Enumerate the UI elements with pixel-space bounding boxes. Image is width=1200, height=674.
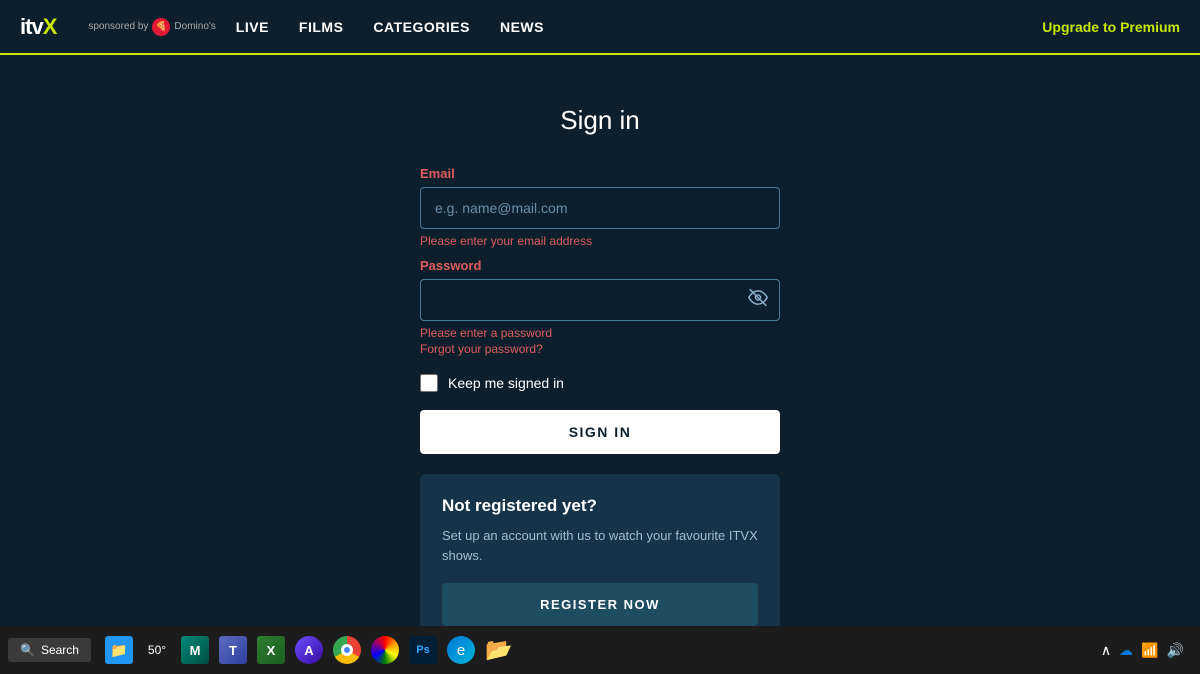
onedrive-icon[interactable]: ☁ bbox=[1119, 642, 1133, 659]
taskbar-icon-teams[interactable]: T bbox=[215, 632, 251, 668]
logo[interactable]: itvX bbox=[20, 14, 56, 40]
taskbar-icon-colorful[interactable] bbox=[367, 632, 403, 668]
search-label: Search bbox=[41, 643, 79, 657]
taskbar-icons: 📁 50° M T X A Ps bbox=[101, 632, 517, 668]
forgot-password-link[interactable]: Forgot your password? bbox=[420, 342, 780, 356]
register-title: Not registered yet? bbox=[442, 496, 758, 516]
email-label: Email bbox=[420, 166, 780, 181]
register-button[interactable]: REGISTER NOW bbox=[442, 583, 758, 626]
signin-form: Sign in Email Please enter your email ad… bbox=[420, 105, 780, 648]
keep-signed-in-checkbox[interactable] bbox=[420, 374, 438, 392]
keep-signed-in-group: Keep me signed in bbox=[420, 374, 780, 392]
register-description: Set up an account with us to watch your … bbox=[442, 526, 758, 565]
taskbar-icon-file-explorer[interactable]: 📁 bbox=[101, 632, 137, 668]
upgrade-text[interactable]: Upgrade to Premium bbox=[1042, 19, 1180, 35]
password-group: Password Please enter a password Forgot … bbox=[420, 258, 780, 356]
nav-item-categories[interactable]: CATEGORIES bbox=[373, 19, 470, 35]
password-wrapper bbox=[420, 279, 780, 321]
nav-right: Upgrade to Premium bbox=[1042, 19, 1180, 35]
nav-item-live[interactable]: LIVE bbox=[236, 19, 269, 35]
taskbar-icon-folder[interactable]: 📂 bbox=[481, 632, 517, 668]
taskbar-icon-meet[interactable]: M bbox=[177, 632, 213, 668]
nav-item-films[interactable]: FILMS bbox=[299, 19, 344, 35]
eye-svg bbox=[748, 288, 768, 308]
register-box: Not registered yet? Set up an account wi… bbox=[420, 474, 780, 648]
taskbar-right: ∧ ☁ 📶 🔊 bbox=[1101, 642, 1192, 659]
taskbar-search[interactable]: 🔍 Search bbox=[8, 638, 91, 662]
taskbar-icon-edge[interactable]: e bbox=[443, 632, 479, 668]
signin-title: Sign in bbox=[420, 105, 780, 136]
password-input[interactable] bbox=[420, 279, 780, 321]
taskbar-left: 🔍 Search 📁 50° M T X A bbox=[8, 632, 517, 668]
taskbar: 🔍 Search 📁 50° M T X A bbox=[0, 626, 1200, 674]
nav-item-news[interactable]: NEWS bbox=[500, 19, 544, 35]
taskbar-icon-arc[interactable]: A bbox=[291, 632, 327, 668]
toggle-password-icon[interactable] bbox=[748, 288, 768, 313]
main-content: Sign in Email Please enter your email ad… bbox=[0, 55, 1200, 648]
logo-text: itvX bbox=[20, 14, 56, 40]
search-icon: 🔍 bbox=[20, 643, 35, 657]
volume-icon[interactable]: 🔊 bbox=[1167, 642, 1184, 659]
taskbar-icon-excel[interactable]: X bbox=[253, 632, 289, 668]
navbar: itvX sponsored by 🍕 Domino's LIVE FILMS … bbox=[0, 0, 1200, 55]
taskbar-icon-chrome[interactable] bbox=[329, 632, 365, 668]
sponsored-label: sponsored by 🍕 Domino's bbox=[88, 18, 215, 36]
dominos-logo: 🍕 bbox=[152, 18, 170, 36]
password-error: Please enter a password bbox=[420, 326, 780, 340]
password-label: Password bbox=[420, 258, 780, 273]
signin-button[interactable]: SIGN IN bbox=[420, 410, 780, 454]
taskbar-icon-photoshop[interactable]: Ps bbox=[405, 632, 441, 668]
email-input[interactable] bbox=[420, 187, 780, 229]
system-tray-expand[interactable]: ∧ bbox=[1101, 642, 1111, 659]
nav-links: LIVE FILMS CATEGORIES NEWS bbox=[236, 19, 544, 35]
wifi-icon[interactable]: 📶 bbox=[1141, 642, 1158, 659]
email-group: Email Please enter your email address bbox=[420, 166, 780, 248]
taskbar-icon-weather[interactable]: 50° bbox=[139, 632, 175, 668]
email-error: Please enter your email address bbox=[420, 234, 780, 248]
keep-signed-in-label: Keep me signed in bbox=[448, 375, 564, 391]
